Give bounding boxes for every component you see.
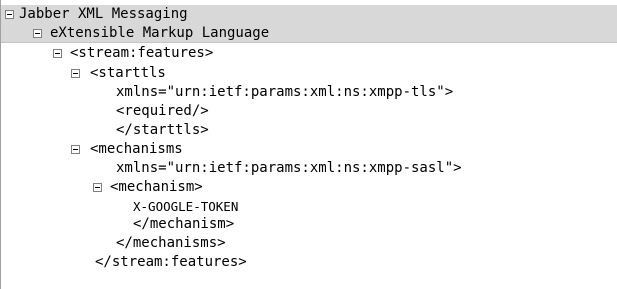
collapse-icon[interactable] [93, 183, 102, 192]
tree-node-label: </mechanism> [133, 216, 235, 232]
xml-tree-pane: Jabber XML Messaging eXtensible Markup L… [0, 0, 617, 289]
tree-node-label: <mechanism> [110, 179, 203, 195]
tree-row-stream-features[interactable]: <stream:features> [1, 44, 617, 63]
tree-node-label: <starttls [90, 65, 166, 81]
tree-row-stream-features-close[interactable]: </stream:features> [1, 253, 617, 272]
tree-row-starttls-close[interactable]: </starttls> [1, 121, 617, 140]
tree-row-mechanisms-close[interactable]: </mechanisms> [1, 234, 617, 253]
tree-row-mechanism[interactable]: <mechanism> [1, 178, 617, 197]
tree-node-label: <stream:features> [70, 45, 214, 61]
tree-node-label: xmlns="urn:ietf:params:xml:ns:xmpp-sasl"… [116, 160, 462, 176]
tree-node-label: <required/> [116, 103, 209, 119]
tree-node-label: <mechanisms [90, 141, 183, 157]
tree-row-starttls-xmlns[interactable]: xmlns="urn:ietf:params:xml:ns:xmpp-tls"> [1, 83, 617, 102]
tree-row-xml[interactable]: eXtensible Markup Language [1, 24, 617, 43]
collapse-icon[interactable] [33, 29, 42, 38]
tree-node-label: </stream:features> [95, 254, 247, 270]
tree-row-mechanisms[interactable]: <mechanisms [1, 140, 617, 159]
collapse-icon[interactable] [5, 10, 14, 19]
tree-node-label: eXtensible Markup Language [50, 25, 270, 41]
tree-row-mechanism-close[interactable]: </mechanism> [1, 215, 617, 234]
tree-row-jabber[interactable]: Jabber XML Messaging [1, 5, 617, 24]
tree-node-label: Jabber XML Messaging [19, 6, 188, 22]
collapse-icon[interactable] [71, 145, 80, 154]
tree-row-mechanisms-xmlns[interactable]: xmlns="urn:ietf:params:xml:ns:xmpp-sasl"… [1, 159, 617, 178]
tree-row-starttls[interactable]: <starttls [1, 64, 617, 83]
tree-row-token[interactable]: X-GOOGLE-TOKEN [1, 197, 617, 216]
tree-node-label: xmlns="urn:ietf:params:xml:ns:xmpp-tls"> [116, 84, 454, 100]
tree-node-label: X-GOOGLE-TOKEN [133, 199, 239, 214]
collapse-icon[interactable] [53, 49, 62, 58]
tree-node-label: </starttls> [116, 122, 209, 138]
tree-row-required[interactable]: <required/> [1, 102, 617, 121]
tree-node-label: </mechanisms> [116, 235, 226, 251]
collapse-icon[interactable] [71, 69, 80, 78]
